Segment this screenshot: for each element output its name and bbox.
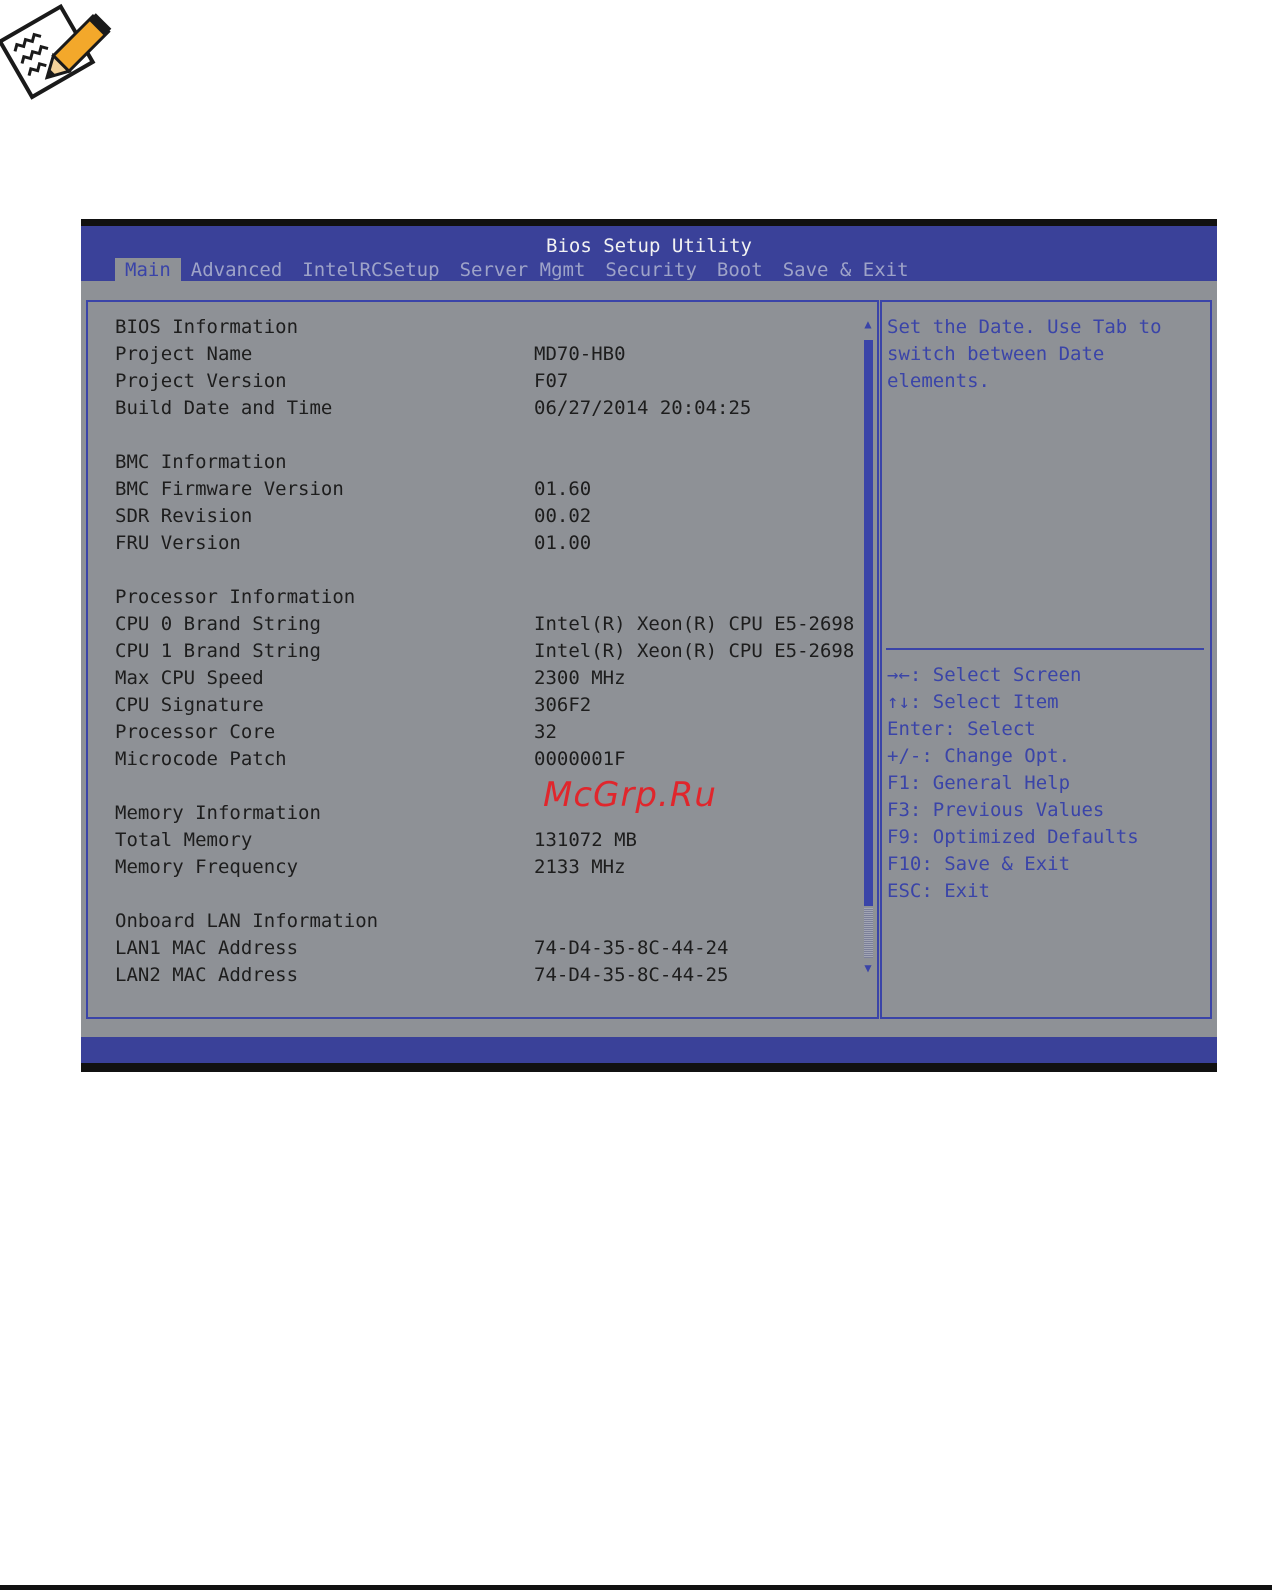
bios-title: Bios Setup Utility — [546, 235, 752, 257]
bottom-rule — [0, 1585, 1272, 1590]
info-label: Processor Core — [115, 721, 276, 743]
section-heading-label: BMC Information — [115, 451, 287, 473]
info-value: 2300 MHz — [534, 667, 626, 689]
info-value: Intel(R) Xeon(R) CPU E5-2698 — [534, 613, 855, 635]
info-label: Max CPU Speed — [115, 667, 264, 689]
info-value: 00.02 — [534, 505, 592, 527]
help-text-line: switch between Date — [887, 343, 1105, 365]
info-label: CPU Signature — [115, 694, 264, 716]
info-label: BMC Firmware Version — [115, 478, 344, 500]
info-label: LAN2 MAC Address — [115, 964, 299, 986]
watermark: McGrp.Ru — [543, 775, 717, 815]
info-label: Project Name — [115, 343, 253, 365]
key-hint: F1: General Help — [887, 772, 1071, 794]
info-value: 306F2 — [534, 694, 592, 716]
info-value: 74-D4-35-8C-44-24 — [534, 937, 729, 959]
info-label: CPU 1 Brand String — [115, 640, 321, 662]
tab-server-mgmt[interactable]: Server Mgmt — [450, 258, 596, 282]
key-hint: F9: Optimized Defaults — [887, 826, 1139, 848]
info-value: 74-D4-35-8C-44-25 — [534, 964, 729, 986]
tab-boot[interactable]: Boot — [707, 258, 773, 282]
key-hint: ↑↓: Select Item — [887, 691, 1059, 713]
section-heading-label: Processor Information — [115, 586, 356, 608]
info-value: 06/27/2014 20:04:25 — [534, 397, 752, 419]
main-info-panel: BIOS Information Project Name MD70-HB0 Pr… — [86, 300, 879, 1019]
info-value: MD70-HB0 — [534, 343, 626, 365]
tab-main[interactable]: Main — [115, 258, 181, 282]
info-label: CPU 0 Brand String — [115, 613, 321, 635]
help-divider — [886, 648, 1204, 650]
bios-footer — [81, 1037, 1217, 1063]
tab-advanced[interactable]: Advanced — [181, 258, 293, 282]
info-value: 01.00 — [534, 532, 592, 554]
section-heading-label: Onboard LAN Information — [115, 910, 379, 932]
key-hint: +/-: Change Opt. — [887, 745, 1071, 767]
info-label: Total Memory — [115, 829, 253, 851]
info-value: Intel(R) Xeon(R) CPU E5-2698 — [534, 640, 855, 662]
key-hint: F3: Previous Values — [887, 799, 1105, 821]
help-panel: Set the Date. Use Tab to switch between … — [880, 300, 1212, 1019]
info-label: FRU Version — [115, 532, 241, 554]
info-label: Build Date and Time — [115, 397, 333, 419]
info-value: 2133 MHz — [534, 856, 626, 878]
bios-header: Bios Setup Utility Main Advanced IntelRC… — [81, 226, 1217, 282]
help-text-line: elements. — [887, 370, 990, 392]
scroll-track[interactable] — [864, 908, 873, 958]
scroll-thumb[interactable] — [864, 340, 873, 906]
info-value: F07 — [534, 370, 569, 392]
tab-security[interactable]: Security — [595, 258, 707, 282]
tab-intelrcsetup[interactable]: IntelRCSetup — [292, 258, 449, 282]
info-label: Memory Frequency — [115, 856, 299, 878]
info-value: 0000001F — [534, 748, 626, 770]
key-hint: →←: Select Screen — [887, 664, 1082, 686]
info-label: LAN1 MAC Address — [115, 937, 299, 959]
info-value: 32 — [534, 721, 557, 743]
scroll-down-arrow-icon[interactable]: ▼ — [862, 962, 874, 974]
section-heading-label: Memory Information — [115, 802, 321, 824]
note-pencil-icon — [0, 0, 112, 104]
scroll-up-arrow-icon[interactable]: ▲ — [862, 318, 874, 330]
section-heading-label: BIOS Information — [115, 316, 299, 338]
help-text-line: Set the Date. Use Tab to — [887, 316, 1162, 338]
key-hint: ESC: Exit — [887, 880, 990, 902]
key-hint: Enter: Select — [887, 718, 1036, 740]
info-value: 01.60 — [534, 478, 592, 500]
info-label: SDR Revision — [115, 505, 253, 527]
tab-save-exit[interactable]: Save & Exit — [773, 258, 919, 282]
info-label: Project Version — [115, 370, 287, 392]
scrollbar[interactable]: ▲ ▼ — [862, 318, 874, 998]
key-legend: →←: Select Screen ↑↓: Select Item Enter:… — [887, 662, 1207, 905]
bios-tabs: Main Advanced IntelRCSetup Server Mgmt S… — [115, 258, 919, 282]
bios-screen: Bios Setup Utility Main Advanced IntelRC… — [81, 219, 1217, 1072]
info-label: Microcode Patch — [115, 748, 287, 770]
info-value: 131072 MB — [534, 829, 637, 851]
key-hint: F10: Save & Exit — [887, 853, 1071, 875]
